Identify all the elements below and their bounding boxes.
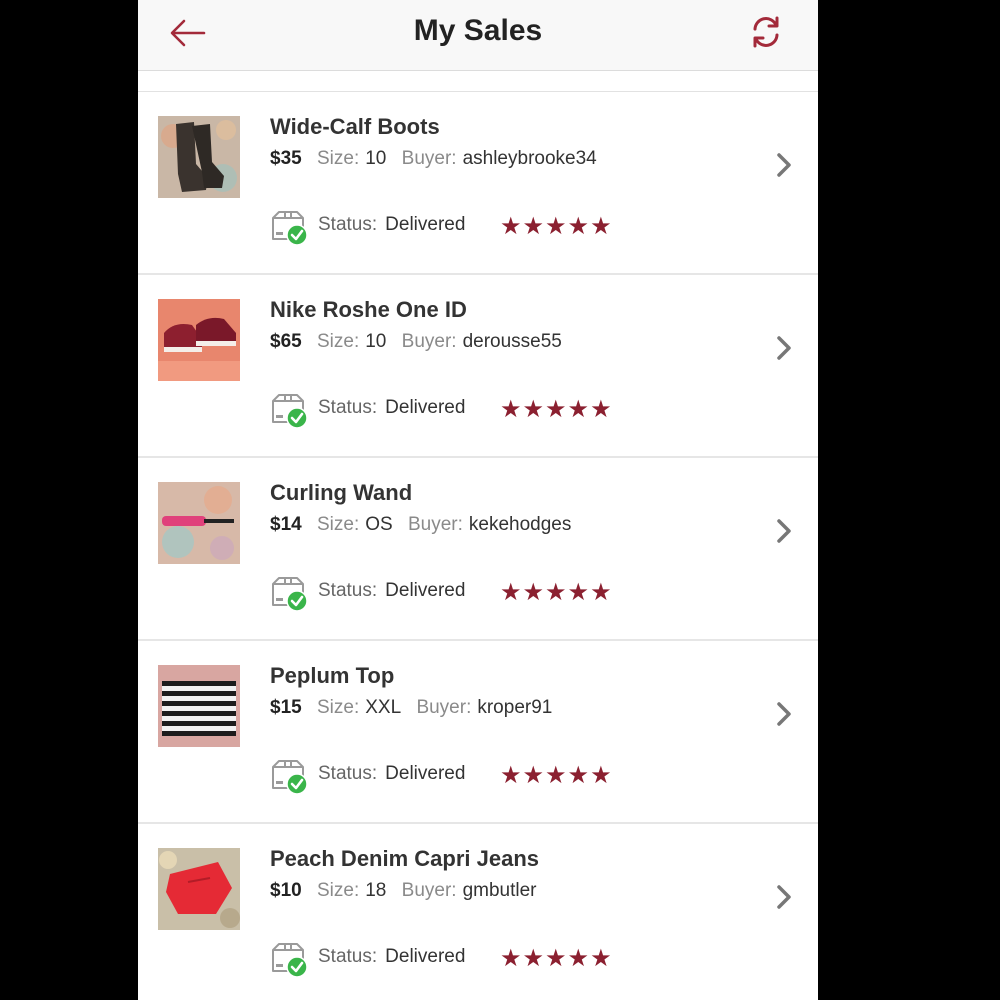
chevron-right-icon[interactable] [774,335,794,361]
item-thumbnail [158,299,240,381]
item-buyer: ashleybrooke34 [462,148,597,169]
status-text: Status: Delivered [318,763,465,785]
buyer-label: Buyer: [407,514,463,535]
item-price: $65 [270,331,302,352]
sales-list: Wide-Calf Boots $35 Size: 10 Buyer: ashley… [138,92,818,1000]
item-meta: $15 Size: XXL Buyer: kroper91 [270,697,562,719]
delivered-package-icon [272,943,308,978]
chevron-right-icon[interactable] [774,884,794,910]
chevron-right-icon[interactable] [774,152,794,178]
status-text: Status: Delivered [318,946,465,968]
delivered-package-icon [272,394,308,429]
app-header: My Sales [138,0,818,71]
size-label: Size: [316,331,360,352]
status-label: Status: [318,397,378,418]
status-value: Delivered [385,580,466,601]
chevron-right-icon[interactable] [774,701,794,727]
item-thumbnail [158,848,240,930]
item-meta: $10 Size: 18 Buyer: gmbutler [270,880,547,902]
item-buyer: kekehodges [468,514,572,535]
item-price: $10 [270,880,302,901]
rating-stars: ★★★★★ [500,213,613,240]
item-size: XXL [365,697,402,718]
size-label: Size: [316,148,360,169]
page-title: My Sales [413,14,543,47]
item-meta: $35 Size: 10 Buyer: ashleybrooke34 [270,148,607,170]
item-price: $15 [270,697,302,718]
refresh-icon[interactable] [748,14,784,50]
sale-row-1[interactable]: Wide-Calf Boots $35 Size: 10 Buyer: ashley… [138,92,818,275]
chevron-right-icon[interactable] [774,518,794,544]
sale-row-2[interactable]: Nike Roshe One ID $65 Size: 10 Buyer: dero… [138,275,818,458]
delivered-package-icon [272,211,308,246]
buyer-label: Buyer: [401,148,457,169]
rating-stars: ★★★★★ [500,579,613,606]
status-label: Status: [318,946,378,967]
list-top-spacer [138,71,818,92]
item-meta: $14 Size: OS Buyer: kekehodges [270,514,581,536]
rating-stars: ★★★★★ [500,396,613,423]
item-size: 10 [365,148,387,169]
item-meta: $65 Size: 10 Buyer: derousse55 [270,331,572,353]
status-label: Status: [318,763,378,784]
status-label: Status: [318,580,378,601]
buyer-label: Buyer: [401,880,457,901]
buyer-label: Buyer: [416,697,472,718]
sale-row-5[interactable]: Peach Denim Capri Jeans $10 Size: 18 Buye… [138,824,818,1000]
item-buyer: gmbutler [462,880,537,901]
item-price: $35 [270,148,302,169]
item-buyer: kroper91 [477,697,553,718]
phone-screen: My Sales Wide-Calf Boots $35 Size: 10 Buy… [138,0,818,1000]
item-thumbnail [158,116,240,198]
status-text: Status: Delivered [318,214,465,236]
item-size: OS [365,514,393,535]
status-label: Status: [318,214,378,235]
status-value: Delivered [385,946,466,967]
item-buyer: derousse55 [462,331,562,352]
status-value: Delivered [385,397,466,418]
item-name: Peplum Top [270,663,395,688]
delivered-package-icon [272,760,308,795]
size-label: Size: [316,697,360,718]
buyer-label: Buyer: [401,331,457,352]
size-label: Size: [316,880,360,901]
size-label: Size: [316,514,360,535]
sale-row-4[interactable]: Peplum Top $15 Size: XXL Buyer: kroper91 S… [138,641,818,824]
item-name: Wide-Calf Boots [270,114,440,139]
item-name: Peach Denim Capri Jeans [270,846,540,871]
item-thumbnail [158,665,240,747]
item-thumbnail [158,482,240,564]
status-text: Status: Delivered [318,397,465,419]
status-value: Delivered [385,214,466,235]
item-name: Nike Roshe One ID [270,297,467,322]
status-value: Delivered [385,763,466,784]
item-size: 18 [365,880,387,901]
rating-stars: ★★★★★ [500,945,613,972]
rating-stars: ★★★★★ [500,762,613,789]
sale-row-3[interactable]: Curling Wand $14 Size: OS Buyer: kekehodge… [138,458,818,641]
status-text: Status: Delivered [318,580,465,602]
delivered-package-icon [272,577,308,612]
item-name: Curling Wand [270,480,413,505]
item-price: $14 [270,514,302,535]
item-size: 10 [365,331,387,352]
